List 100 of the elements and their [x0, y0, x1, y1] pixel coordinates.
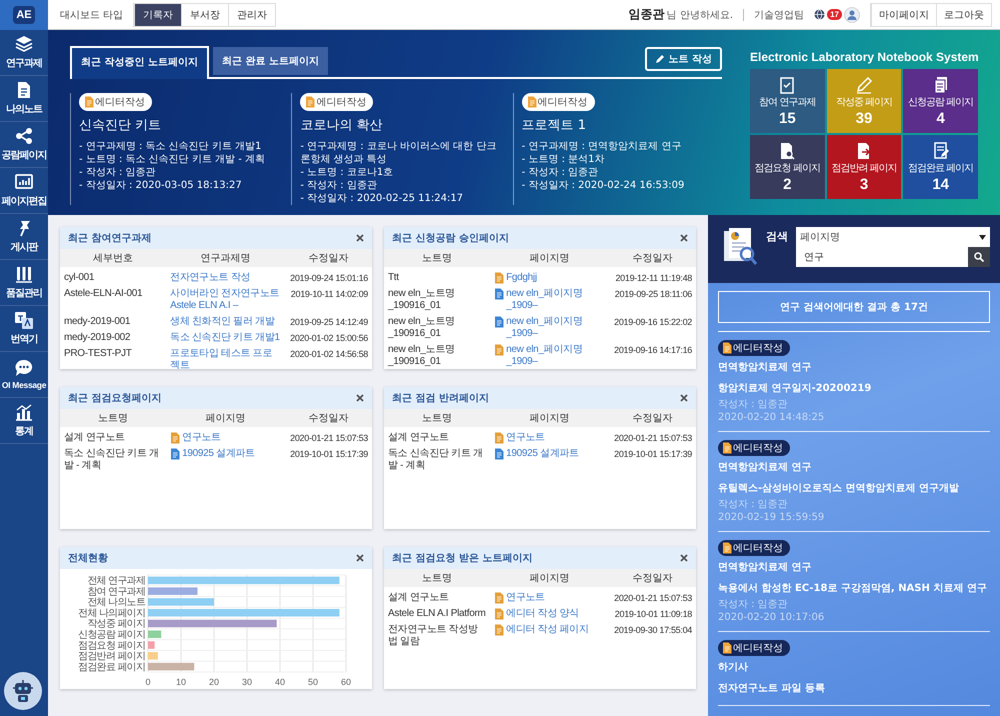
- column-header: 페이지명: [490, 569, 609, 587]
- axis-tick-label: 20: [209, 677, 219, 687]
- monitor-chart-icon: [14, 173, 34, 191]
- document-icon: [722, 342, 732, 354]
- table-cell: 2020-01-21 15:07:53: [608, 427, 696, 446]
- note-detail: - 노트명 : 코로나1호: [300, 166, 394, 179]
- axis-tick-label: 50: [308, 677, 318, 687]
- user-name: 임종관: [628, 6, 665, 23]
- result-project: 면역항암치료제 연구: [718, 361, 812, 374]
- chart-bar: [148, 630, 162, 638]
- chatbot-button[interactable]: [4, 672, 42, 710]
- panel-title: 최근 참여연구과제: [68, 232, 152, 245]
- page-link[interactable]: 연구노트: [506, 432, 545, 444]
- notification-badge: 17: [827, 9, 842, 20]
- tile-count: 15: [778, 110, 796, 126]
- category-label: 작성중 페이지: [87, 618, 145, 630]
- close-icon[interactable]: [356, 554, 364, 562]
- note-detail: - 연구과제명 : 코로나 바이러스에 대한 단크론항체 생성과 특성: [300, 140, 498, 166]
- globe-icon[interactable]: [814, 9, 826, 20]
- category-label: 점검완료 페이지: [78, 662, 145, 673]
- editor-badge: 에디터작성: [79, 93, 152, 111]
- document-icon: [526, 96, 537, 108]
- column-header: 노트명: [384, 409, 490, 427]
- table-cell-text: 2019-10-01 11:09:18: [614, 608, 693, 621]
- page-link[interactable]: Fgdghjj: [506, 272, 537, 284]
- table-cell-text: 2019-09-16 14:17:16: [613, 344, 693, 357]
- category-label: 점검요청 페이지: [78, 640, 145, 652]
- column-header: 수정일자: [284, 409, 372, 427]
- chat-bubble-icon: [14, 359, 34, 377]
- panel-title: 최근 신청공람 승인페이지: [392, 232, 509, 245]
- tab[interactable]: 최근 작성중인 노트페이지: [70, 46, 209, 79]
- search-icon: [974, 252, 984, 262]
- table-cell-text: 2019-09-30 17:55:04: [613, 624, 693, 637]
- search-type-dropdown[interactable]: 페이지명: [796, 227, 990, 247]
- document-search-icon: [722, 227, 758, 267]
- editor-badge: 에디터작성: [718, 640, 790, 656]
- stat-tile[interactable]: 점검요청 페이지 2: [750, 135, 825, 199]
- column-header: 페이지명: [490, 409, 609, 427]
- project-link[interactable]: 전자연구노트 작성: [170, 272, 281, 284]
- category-label: 전체 연구과제: [87, 576, 145, 587]
- page-link[interactable]: 190925 설계파트: [182, 448, 255, 460]
- result-date: 2020-02-19 15:59:59: [718, 511, 824, 524]
- column-header: 페이지명: [490, 249, 609, 267]
- note-detail: - 작성일자 : 2020-02-25 11:24:17: [300, 192, 464, 205]
- translate-icon: [14, 311, 34, 329]
- tile-count: 4: [936, 110, 945, 126]
- column-header: 수정일자: [284, 249, 372, 267]
- page-link[interactable]: 연구노트: [506, 592, 545, 604]
- result-project: 면역항암치료제 연구: [718, 561, 812, 574]
- search-button[interactable]: [968, 247, 990, 267]
- close-icon[interactable]: [356, 394, 364, 402]
- search-field[interactable]: 연구: [796, 247, 968, 267]
- close-icon[interactable]: [680, 394, 688, 402]
- document-icon: [305, 96, 316, 108]
- page-link[interactable]: new eln_페이지명_1909–: [506, 288, 605, 312]
- page-link[interactable]: 에디터 작성 페이지: [506, 624, 589, 636]
- dashboard-type-tab[interactable]: 기록자: [134, 4, 182, 26]
- test-tubes-icon: [14, 265, 34, 283]
- document-edit-icon: [932, 142, 950, 160]
- page-link[interactable]: 에디터 작성 양식: [506, 608, 579, 620]
- close-icon[interactable]: [680, 234, 688, 242]
- note-title[interactable]: 코로나의 확산: [300, 116, 501, 134]
- note-detail: - 작성자 : 임종관: [522, 166, 600, 179]
- user-icon[interactable]: [844, 6, 860, 22]
- table-cell-text: medy-2019-002: [63, 331, 132, 345]
- note-title[interactable]: 신속진단 키트: [79, 116, 280, 134]
- table-cell-text: new eln_노트명_190916_01: [386, 287, 456, 313]
- result-author: 작성자 : 임종관: [718, 498, 788, 511]
- stat-tile[interactable]: 점검반려 페이지 3: [826, 135, 902, 199]
- close-icon[interactable]: [356, 234, 364, 242]
- column-header: 노트명: [384, 249, 490, 267]
- page-link[interactable]: 190925 설계파트: [506, 448, 579, 460]
- category-label: 신청공람 페이지: [78, 630, 145, 640]
- column-header: 노트명: [60, 409, 166, 427]
- stat-tile[interactable]: 신청공람 페이지 4: [903, 69, 978, 133]
- note-detail: - 작성자 : 임종관: [300, 179, 378, 192]
- note-title[interactable]: 프로젝트 1: [522, 116, 722, 134]
- tile-count: 39: [856, 110, 872, 126]
- table-cell-text: new eln_노트명_190916_01: [386, 343, 456, 369]
- project-link[interactable]: 사이버라인 전자연구노트 Astele ELN A.I –: [170, 288, 281, 312]
- document-icon: [722, 442, 732, 454]
- column-header: 수정일자: [608, 409, 696, 427]
- table-cell: 설계 연구노트: [60, 427, 166, 446]
- write-note-button[interactable]: 노트 작성: [644, 47, 722, 71]
- greeting-text: 님 안녕하세요.: [666, 8, 734, 22]
- stat-tile[interactable]: 점검완료 페이지 14: [903, 135, 978, 199]
- stat-tile[interactable]: 참여 연구과제 15: [750, 69, 825, 133]
- page-link[interactable]: new eln_페이지명_1909–: [506, 316, 605, 340]
- panel-title: 최근 점검요청페이지: [68, 392, 162, 405]
- tab[interactable]: 최근 완료 노트페이지: [212, 47, 328, 75]
- project-link[interactable]: 생체 친화적인 필러 개발: [170, 316, 281, 328]
- editor-badge: 에디터작성: [718, 340, 790, 356]
- page-link[interactable]: new eln_페이지명_1909–: [506, 344, 605, 368]
- axis-tick-label: 40: [275, 677, 285, 687]
- logo[interactable]: AE: [13, 6, 35, 24]
- editor-badge: 에디터작성: [300, 93, 374, 111]
- project-link[interactable]: 독소 신속진단 키트 개발1: [170, 332, 281, 344]
- page-link[interactable]: 연구노트: [182, 432, 221, 444]
- close-icon[interactable]: [680, 554, 688, 562]
- tile-count: 3: [860, 176, 868, 192]
